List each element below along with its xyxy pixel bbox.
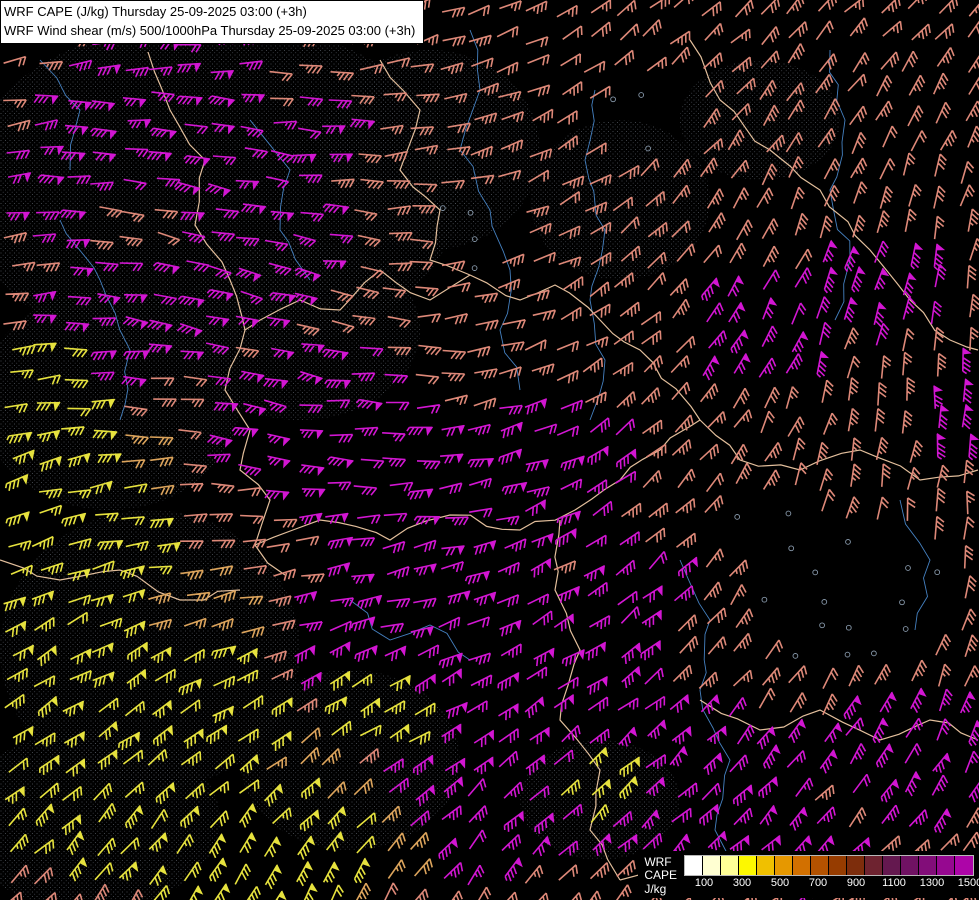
legend-color-cell: [775, 855, 793, 875]
legend-variable-label: CAPE: [644, 868, 677, 882]
legend-color-cell: [955, 855, 973, 875]
legend-color-cell: [757, 855, 775, 875]
legend-tick-label: 1300: [919, 876, 945, 889]
legend-color-cell: [721, 855, 739, 875]
legend-color-cell: [793, 855, 811, 875]
legend-tick-label: 100: [694, 876, 714, 889]
map-title-box: WRF CAPE (J/kg) Thursday 25-09-2025 03:0…: [0, 0, 425, 44]
legend-units-label: J/kg: [644, 881, 667, 896]
legend-color-cell: [901, 855, 919, 875]
legend-color-cell: [865, 855, 883, 875]
legend-label-block: WRF CAPE J/kg: [644, 855, 677, 897]
cape-legend: WRF CAPE J/kg 100 300 500 700 900 1100 1300 150…: [638, 850, 979, 898]
legend-tick-label: 300: [732, 876, 752, 889]
legend-color-cell: [703, 855, 721, 875]
legend-color-cell: [685, 855, 703, 875]
map-title-cape: WRF CAPE (J/kg) Thursday 25-09-2025 03:0…: [4, 4, 307, 19]
wrf-map-window: WRF CAPE (J/kg) Thursday 25-09-2025 03:0…: [0, 0, 979, 900]
map-title-windshear: WRF Wind shear (m/s) 500/1000hPa Thursda…: [4, 22, 416, 38]
legend-tick-label: 1500: [957, 876, 979, 889]
weather-map-canvas: [0, 0, 979, 900]
legend-color-cell: [739, 855, 757, 875]
legend-colorbar: [684, 854, 974, 876]
legend-tick-label: 500: [770, 876, 790, 889]
legend-color-cell: [883, 855, 901, 875]
legend-model-label: WRF: [644, 854, 672, 869]
legend-tick-row: 100 300 500 700 900 1100 1300 1500: [684, 876, 979, 890]
legend-color-cell: [811, 855, 829, 875]
legend-color-cell: [919, 855, 937, 875]
legend-tick-label: 900: [846, 876, 866, 889]
legend-tick-label: 1100: [882, 876, 906, 889]
legend-color-cell: [937, 855, 955, 875]
stipple-layer: [0, 20, 840, 900]
legend-color-cell: [847, 855, 865, 875]
legend-colorbar-wrap: 100 300 500 700 900 1100 1300 1500: [684, 854, 979, 897]
legend-color-cell: [829, 855, 847, 875]
legend-tick-label: 700: [808, 876, 828, 889]
